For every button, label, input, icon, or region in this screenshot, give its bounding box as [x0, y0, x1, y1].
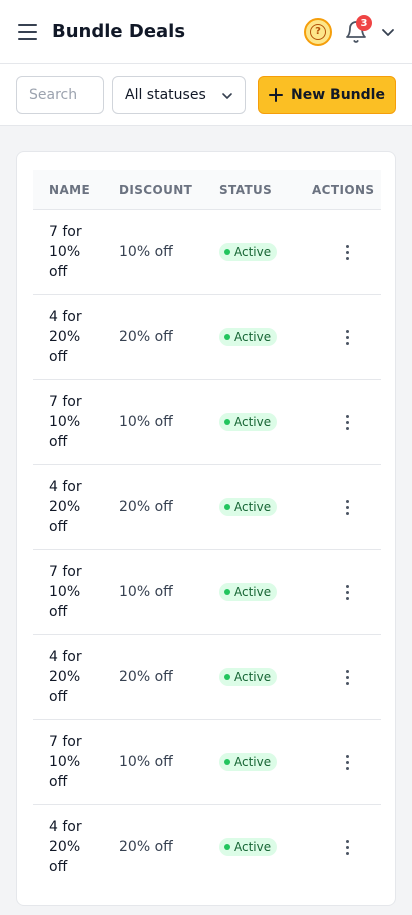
bundle-name: 4 for 20% off — [49, 649, 82, 705]
table-row[interactable]: 4 for 20% off 20% off Active — [33, 805, 381, 890]
help-icon[interactable]: ? — [304, 18, 332, 46]
status-badge: Active — [219, 753, 278, 771]
status-badge: Active — [219, 583, 278, 601]
row-actions-icon[interactable] — [337, 412, 357, 432]
bundle-discount: 20% off — [119, 329, 173, 345]
column-header-name[interactable]: NAME — [49, 170, 90, 210]
status-dot-icon — [224, 674, 230, 680]
status-filter-value: All statuses — [125, 87, 206, 103]
bundle-discount: 20% off — [119, 839, 173, 855]
chevron-down-icon[interactable] — [380, 24, 396, 40]
new-bundle-button[interactable]: New Bundle — [258, 76, 396, 114]
table-row[interactable]: 7 for 10% off 10% off Active — [33, 550, 381, 635]
row-actions-icon[interactable] — [337, 327, 357, 347]
status-dot-icon — [224, 844, 230, 850]
status-label: Active — [234, 670, 272, 684]
table-body: 7 for 10% off 10% off Active 4 for 20% o… — [33, 210, 381, 890]
status-label: Active — [234, 755, 272, 769]
bundle-discount: 20% off — [119, 669, 173, 685]
table-row[interactable]: 7 for 10% off 10% off Active — [33, 380, 381, 465]
status-label: Active — [234, 415, 272, 429]
status-badge: Active — [219, 838, 278, 856]
plus-icon — [269, 88, 284, 102]
chevron-down-icon — [222, 93, 232, 99]
search-input[interactable] — [16, 76, 104, 114]
bundle-name: 7 for 10% off — [49, 394, 82, 450]
bundle-discount: 20% off — [119, 499, 173, 515]
status-label: Active — [234, 500, 272, 514]
status-dot-icon — [224, 249, 230, 255]
status-label: Active — [234, 585, 272, 599]
status-badge: Active — [219, 328, 278, 346]
bundle-name: 7 for 10% off — [49, 224, 82, 280]
bundle-discount: 10% off — [119, 584, 173, 600]
column-header-discount[interactable]: DISCOUNT — [119, 170, 192, 210]
bundle-discount: 10% off — [119, 754, 173, 770]
new-bundle-label: New Bundle — [291, 87, 385, 103]
column-header-status[interactable]: STATUS — [219, 170, 272, 210]
status-dot-icon — [224, 589, 230, 595]
column-header-actions: ACTIONS — [312, 183, 375, 197]
status-dot-icon — [224, 334, 230, 340]
row-actions-icon[interactable] — [337, 667, 357, 687]
bundles-table-card: NAME DISCOUNT STATUS ACTIONS 7 for 10% o… — [16, 151, 396, 906]
bundle-name: 4 for 20% off — [49, 819, 82, 875]
status-dot-icon — [224, 419, 230, 425]
table-row[interactable]: 7 for 10% off 10% off Active — [33, 720, 381, 805]
status-label: Active — [234, 840, 272, 854]
row-actions-icon[interactable] — [337, 752, 357, 772]
status-dot-icon — [224, 759, 230, 765]
table-row[interactable]: 7 for 10% off 10% off Active — [33, 210, 381, 295]
notification-badge: 3 — [356, 15, 372, 31]
bundle-discount: 10% off — [119, 414, 173, 430]
status-label: Active — [234, 245, 272, 259]
bundle-name: 4 for 20% off — [49, 479, 82, 535]
status-filter-select[interactable]: All statuses — [112, 76, 246, 114]
status-badge: Active — [219, 668, 278, 686]
app-header: Bundle Deals ? 3 — [0, 0, 412, 64]
row-actions-icon[interactable] — [337, 582, 357, 602]
bundle-name: 7 for 10% off — [49, 564, 82, 620]
bundle-name: 4 for 20% off — [49, 309, 82, 365]
status-label: Active — [234, 330, 272, 344]
toolbar: All statuses New Bundle — [0, 64, 412, 126]
row-actions-icon[interactable] — [337, 497, 357, 517]
table-row[interactable]: 4 for 20% off 20% off Active — [33, 635, 381, 720]
menu-icon[interactable] — [18, 24, 38, 40]
status-badge: Active — [219, 498, 278, 516]
status-badge: Active — [219, 243, 278, 261]
table-row[interactable]: 4 for 20% off 20% off Active — [33, 465, 381, 550]
status-dot-icon — [224, 504, 230, 510]
bundle-name: 7 for 10% off — [49, 734, 82, 790]
table-header: NAME DISCOUNT STATUS ACTIONS — [33, 170, 381, 210]
page-title: Bundle Deals — [52, 21, 186, 42]
row-actions-icon[interactable] — [337, 837, 357, 857]
status-badge: Active — [219, 413, 278, 431]
bundle-discount: 10% off — [119, 244, 173, 260]
table-row[interactable]: 4 for 20% off 20% off Active — [33, 295, 381, 380]
row-actions-icon[interactable] — [337, 242, 357, 262]
